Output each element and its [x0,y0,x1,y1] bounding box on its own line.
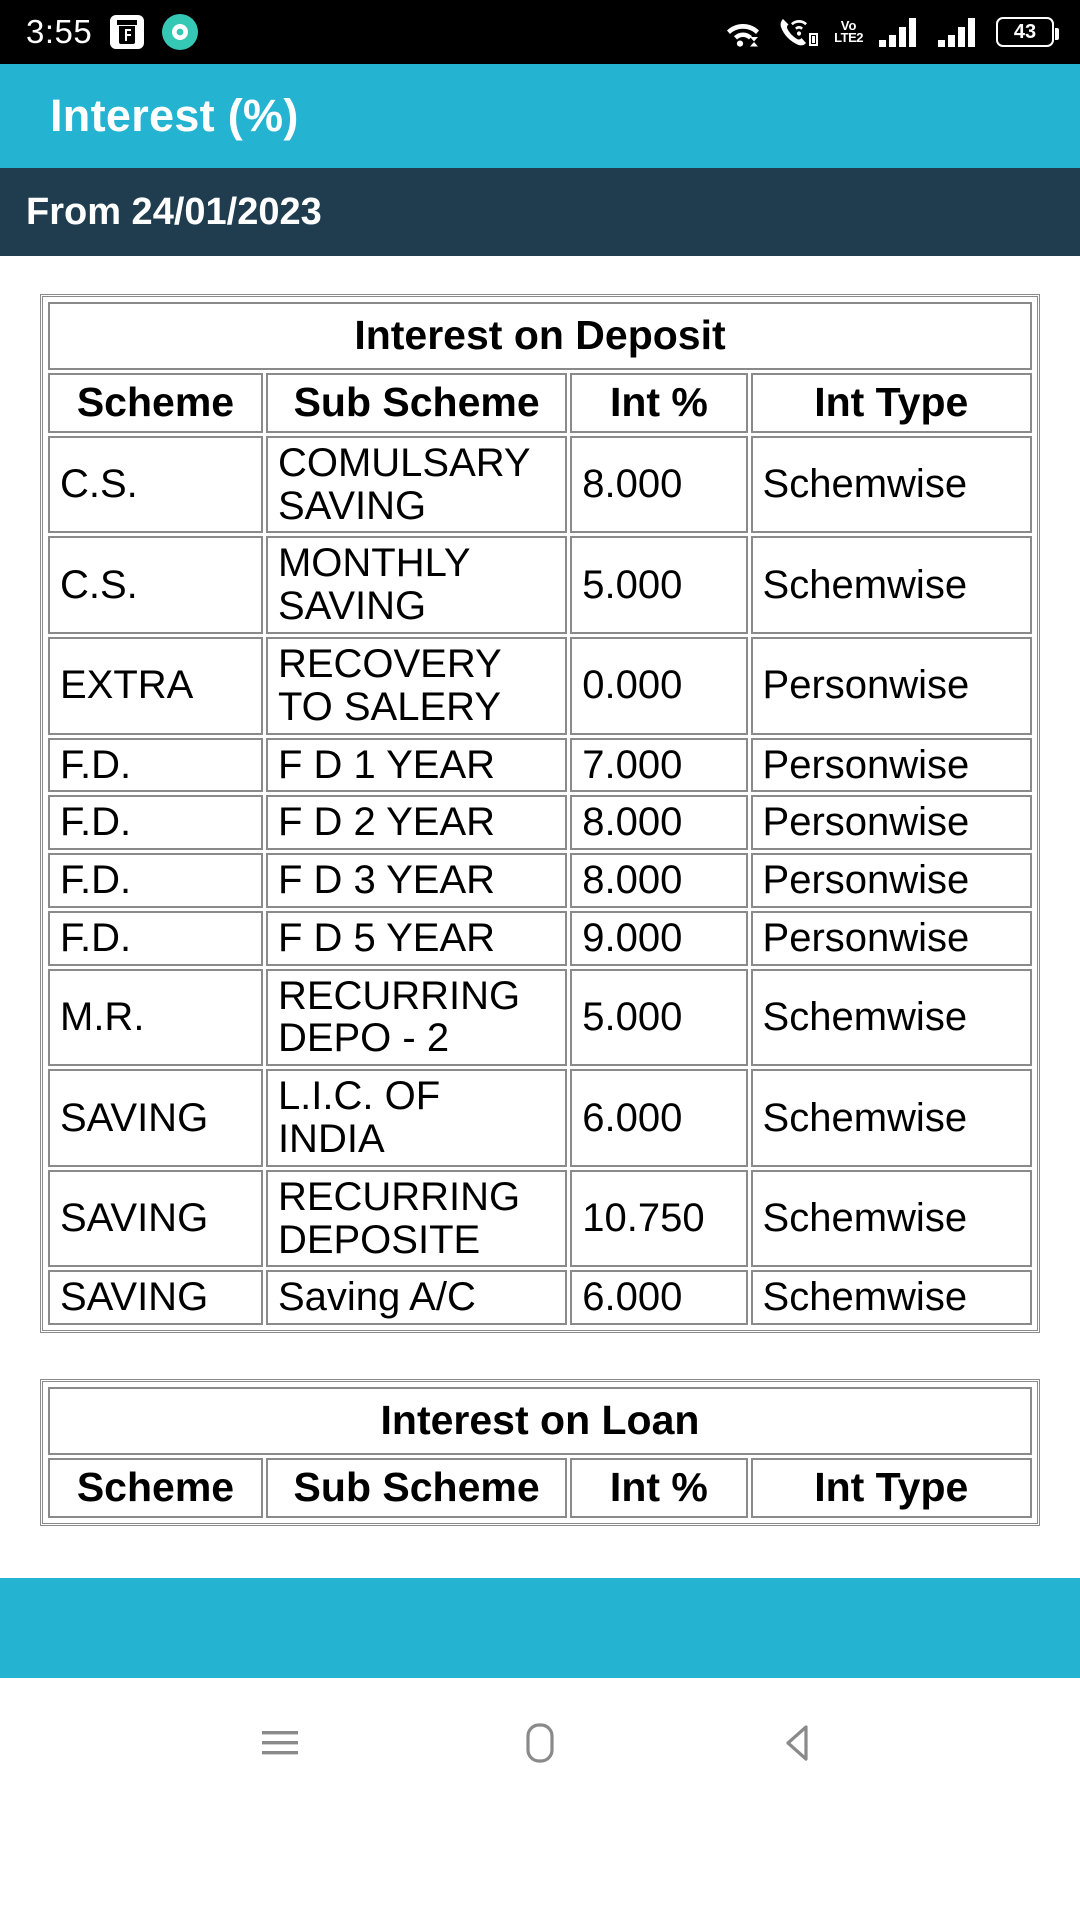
cell-sub-scheme: Saving A/C [265,1270,568,1326]
cell-sub-scheme: RECURRING DEPOSITE [265,1169,568,1268]
column-header-int-pct: Int % [570,372,748,433]
cell-sub-scheme: MONTHLY SAVING [265,536,568,634]
wifi-calling-icon [777,15,819,49]
table-row[interactable]: M.R. RECURRING DEPO - 2 5.000 Schemwise [48,968,1032,1067]
cell-scheme: C.S. [48,435,263,534]
table-row[interactable]: SAVING Saving A/C 6.000 Schemwise [48,1270,1032,1326]
cell-int-pct: 0.000 [570,636,748,735]
cell-int-type: Schemwise [750,968,1032,1067]
cell-scheme: F.D. [48,853,263,908]
deposit-table-caption: Interest on Deposit [48,302,1032,370]
cell-sub-scheme: F D 1 YEAR [265,737,568,793]
status-bar-left: 3:55 [26,13,199,51]
cell-int-pct: 9.000 [570,910,748,966]
cell-int-type: Personwise [750,636,1032,735]
cell-scheme: EXTRA [48,636,263,735]
loan-table-caption: Interest on Loan [48,1387,1032,1456]
table-row[interactable]: F.D. F D 3 YEAR 8.000 Personwise [48,853,1032,908]
column-header-int-pct: Int % [570,1458,748,1518]
cell-int-type: Schemwise [750,1069,1032,1167]
deposit-table-header-row: Scheme Sub Scheme Int % Int Type [48,372,1032,433]
cell-sub-scheme: RECOVERY TO SALERY [265,636,568,735]
column-header-sub-scheme: Sub Scheme [265,1458,568,1518]
cell-int-type: Schemwise [750,536,1032,634]
cell-scheme: M.R. [48,968,263,1067]
cell-int-type: Schemwise [750,1169,1032,1268]
cell-int-pct: 8.000 [570,853,748,908]
loan-table-body: Interest on Loan Scheme Sub Scheme Int %… [48,1387,1032,1518]
cell-sub-scheme: L.I.C. OF INDIA [265,1069,568,1167]
cell-int-type: Schemwise [750,1270,1032,1326]
status-bar-clock: 3:55 [26,13,93,50]
cell-int-pct: 10.750 [570,1169,748,1268]
cell-int-type: Personwise [750,910,1032,966]
cell-sub-scheme: F D 3 YEAR [265,853,568,908]
cell-int-type: Personwise [750,737,1032,793]
date-range-label: From 24/01/2023 [26,190,322,233]
table-row[interactable]: F.D. F D 2 YEAR 8.000 Personwise [48,795,1032,851]
cell-int-pct: 8.000 [570,435,748,534]
bottom-accent-bar [0,1578,1080,1678]
battery-percent-label: 43 [1013,20,1037,43]
android-navigation-bar [0,1678,1080,1808]
home-icon[interactable] [485,1688,595,1798]
cell-sub-scheme: F D 5 YEAR [265,910,568,966]
interest-on-deposit-table: Interest on Deposit Scheme Sub Scheme In… [45,299,1035,1328]
table-row[interactable]: SAVING RECURRING DEPOSITE 10.750 Schemwi… [48,1169,1032,1268]
signal-bars-sim2-icon [937,16,981,48]
cell-scheme: F.D. [48,737,263,793]
column-header-scheme: Scheme [48,372,263,433]
loan-table-header-row: Scheme Sub Scheme Int % Int Type [48,1458,1032,1518]
table-row[interactable]: C.S. MONTHLY SAVING 5.000 Schemwise [48,536,1032,634]
date-range-bar: From 24/01/2023 [0,168,1080,256]
cell-scheme: SAVING [48,1270,263,1326]
table-row[interactable]: C.S. COMULSARY SAVING 8.000 Schemwise [48,435,1032,534]
column-header-int-type: Int Type [750,1458,1032,1518]
cell-int-pct: 5.000 [570,968,748,1067]
table-row[interactable]: EXTRA RECOVERY TO SALERY 0.000 Personwis… [48,636,1032,735]
cell-int-type: Personwise [750,853,1032,908]
menu-icon[interactable] [225,1688,335,1798]
status-bar: 3:55 Vo LTE2 43 [0,0,1080,64]
interest-on-loan-table-wrapper: Interest on Loan Scheme Sub Scheme Int %… [40,1379,1040,1526]
flipkart-app-icon [110,15,145,49]
column-header-sub-scheme: Sub Scheme [265,372,568,433]
cell-int-pct: 8.000 [570,795,748,851]
deposit-table-caption-row: Interest on Deposit [48,302,1032,370]
table-row[interactable]: F.D. F D 5 YEAR 9.000 Personwise [48,910,1032,966]
table-row[interactable]: SAVING L.I.C. OF INDIA 6.000 Schemwise [48,1069,1032,1167]
cell-int-type: Personwise [750,795,1032,851]
cell-int-pct: 6.000 [570,1069,748,1167]
cell-scheme: F.D. [48,795,263,851]
column-header-scheme: Scheme [48,1458,263,1518]
wifi-icon [724,15,762,49]
volte-bottom-label: LTE2 [834,30,863,45]
teal-app-icon [162,14,199,50]
table-row[interactable]: F.D. F D 1 YEAR 7.000 Personwise [48,737,1032,793]
cell-int-pct: 7.000 [570,737,748,793]
app-bar: Interest (%) [0,64,1080,168]
back-icon[interactable] [745,1688,855,1798]
cell-int-pct: 5.000 [570,536,748,634]
cell-scheme: F.D. [48,910,263,966]
interest-on-loan-table: Interest on Loan Scheme Sub Scheme Int %… [45,1384,1035,1521]
cell-scheme: SAVING [48,1169,263,1268]
volte-icon: Vo LTE2 [834,18,863,45]
cell-sub-scheme: COMULSARY SAVING [265,435,568,534]
cell-sub-scheme: F D 2 YEAR [265,795,568,851]
content-scroll-area[interactable]: Interest on Deposit Scheme Sub Scheme In… [0,256,1080,1578]
cell-scheme: SAVING [48,1069,263,1167]
battery-icon: 43 [996,17,1059,47]
signal-bars-sim1-icon [878,16,922,48]
cell-int-type: Schemwise [750,435,1032,534]
page-title: Interest (%) [50,90,299,141]
status-bar-right: Vo LTE2 43 [724,15,1059,49]
interest-on-deposit-table-wrapper: Interest on Deposit Scheme Sub Scheme In… [40,294,1040,1334]
cell-sub-scheme: RECURRING DEPO - 2 [265,968,568,1067]
deposit-table-body: Interest on Deposit Scheme Sub Scheme In… [48,302,1032,1326]
cell-scheme: C.S. [48,536,263,634]
column-header-int-type: Int Type [750,372,1032,433]
loan-table-caption-row: Interest on Loan [48,1387,1032,1456]
cell-int-pct: 6.000 [570,1270,748,1326]
